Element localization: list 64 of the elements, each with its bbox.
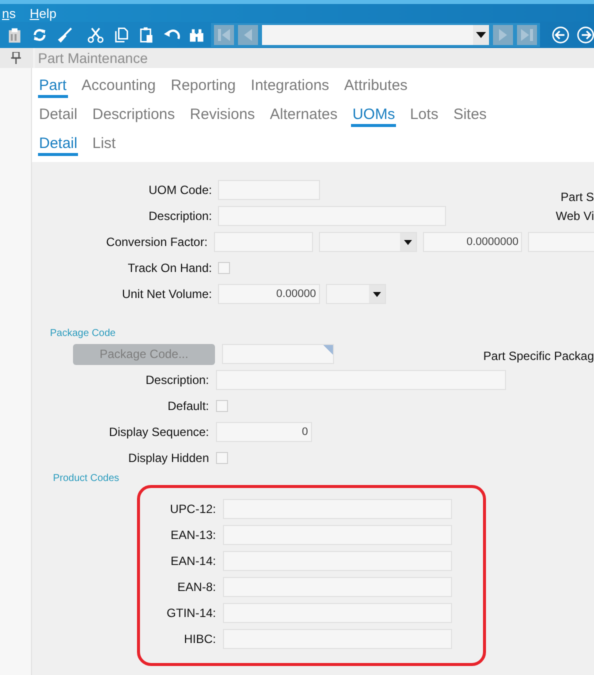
field-label: Default: [166, 399, 209, 413]
tab[interactable]: Part [38, 77, 68, 98]
dropdown[interactable] [319, 232, 417, 252]
group-label: Product Codes [53, 473, 120, 486]
clipboard-icon[interactable] [6, 26, 24, 44]
first-record-button[interactable] [214, 25, 234, 45]
field-label: Description: [148, 209, 212, 223]
forward-icon[interactable] [576, 26, 594, 44]
field-label: Display Hidden [127, 451, 209, 465]
paste-icon[interactable] [138, 26, 156, 44]
input-field[interactable]: 0.00000 [218, 284, 320, 304]
menu-item[interactable]: Help [28, 6, 58, 20]
checkbox[interactable] [216, 400, 228, 412]
field-label: Web Vi [556, 209, 594, 223]
copy-icon[interactable] [112, 26, 130, 44]
input-field[interactable]: 0 [216, 422, 312, 442]
last-record-button[interactable] [517, 25, 538, 45]
field-label: Conversion Factor: [105, 235, 208, 249]
caret-icon [404, 240, 412, 244]
record-dropdown[interactable] [262, 25, 490, 45]
field-label: Unit Net Volume: [120, 287, 212, 301]
tab[interactable]: Attributes [343, 77, 409, 98]
field-label: UPC-12: [168, 502, 216, 516]
brush-icon[interactable] [56, 26, 74, 44]
field-label: Part S [560, 190, 594, 204]
group-label: Package Code [50, 328, 117, 341]
input-field[interactable]: 0.0000000 [422, 232, 522, 252]
dropdown[interactable] [326, 284, 386, 304]
tab[interactable]: Sites [452, 106, 488, 127]
tab[interactable]: Lots [408, 106, 440, 127]
input-field[interactable] [222, 344, 334, 364]
menu-item[interactable]: ns [0, 6, 18, 20]
field-label: EAN-14: [170, 554, 216, 568]
last-icon [520, 28, 534, 42]
back-icon[interactable] [552, 26, 570, 44]
scissors-icon[interactable] [87, 26, 105, 44]
refresh-icon[interactable] [31, 26, 48, 44]
tab[interactable]: Detail [38, 106, 78, 127]
tab[interactable]: List [91, 135, 117, 156]
field-label: EAN-13: [170, 528, 216, 542]
tab[interactable]: UOMs [351, 106, 396, 127]
caret-icon [373, 292, 381, 296]
field-label: Display Sequence: [108, 425, 209, 439]
first-icon [217, 28, 232, 42]
field-label: Part Specific Packag [483, 349, 594, 363]
pin-icon[interactable] [11, 52, 21, 64]
previous-record-button[interactable] [238, 25, 258, 45]
tab[interactable]: Descriptions [91, 106, 176, 127]
tab[interactable]: Reporting [170, 77, 237, 98]
tab[interactable]: Detail [38, 135, 78, 156]
field-label: Description: [144, 373, 209, 387]
next-record-button[interactable] [493, 25, 514, 45]
tab[interactable]: Accounting [80, 77, 157, 98]
field-label: EAN-8: [176, 580, 216, 594]
field-label: HIBC: [182, 632, 216, 646]
field-label: GTIN-14: [166, 606, 216, 620]
field-label: Track On Hand: [126, 261, 212, 275]
tab[interactable]: Integrations [250, 77, 330, 98]
checkbox[interactable] [218, 262, 230, 274]
checkbox[interactable] [216, 452, 228, 464]
tab[interactable]: Alternates [268, 106, 338, 127]
caret-icon [476, 32, 486, 38]
tab[interactable]: Revisions [188, 106, 256, 127]
field-label: UOM Code: [148, 183, 212, 197]
